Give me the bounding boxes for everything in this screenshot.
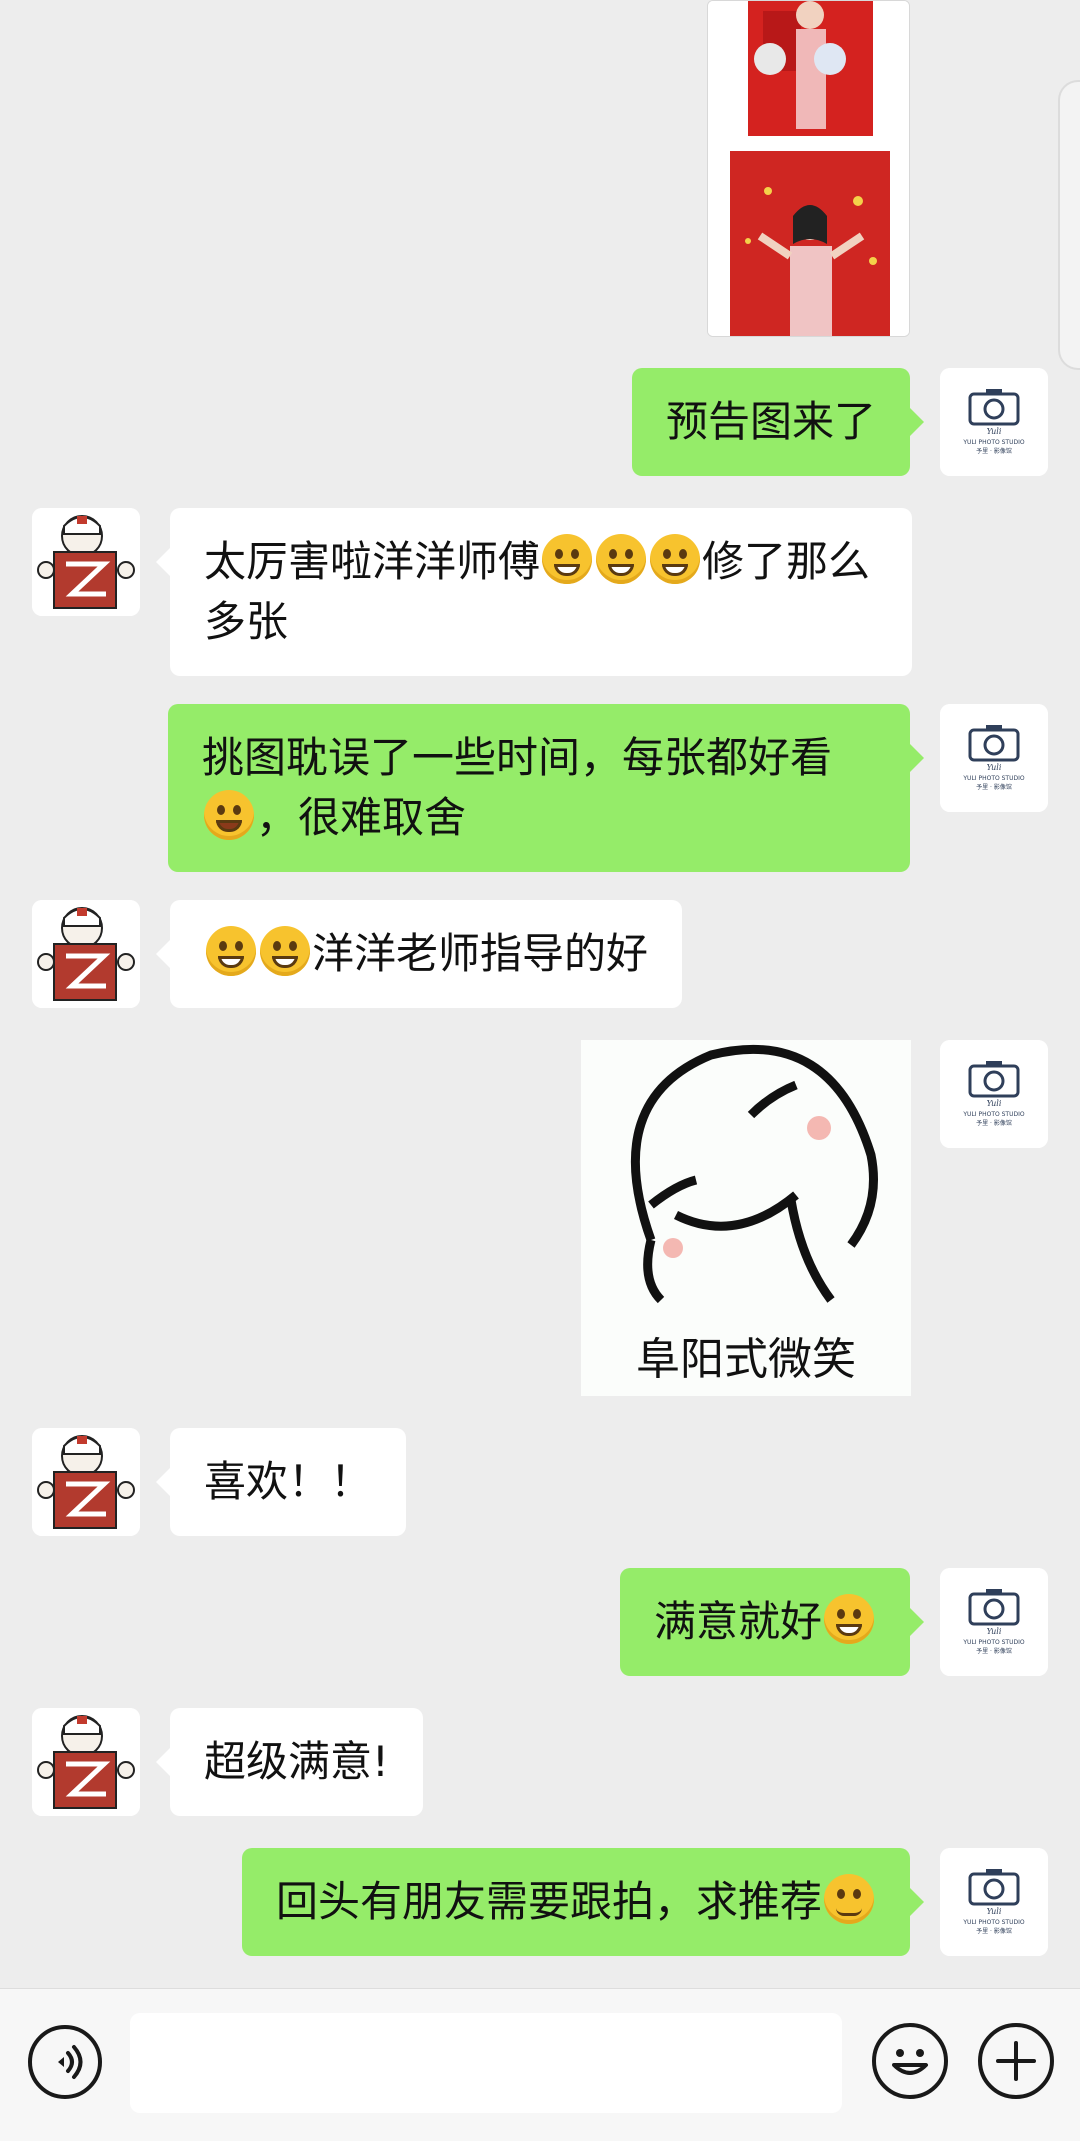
bear-avatar-icon: [32, 900, 140, 1008]
contact-avatar[interactable]: [32, 1708, 140, 1816]
message-text: 回头有朋友需要跟拍，求推荐: [275, 1877, 822, 1926]
message-text: ，很难取舍: [256, 793, 467, 842]
shy-emoji-icon: [824, 1874, 874, 1924]
incoming-text-bubble[interactable]: 喜欢！！: [155, 1428, 407, 1536]
svg-text:Yuli: Yuli: [987, 1627, 1002, 1636]
side-drawer-handle[interactable]: [1058, 80, 1080, 370]
incoming-text-bubble[interactable]: 超级满意!: [156, 1708, 423, 1816]
svg-text:YULI PHOTO STUDIO: YULI PHOTO STUDIO: [962, 775, 1024, 782]
svg-text:Yuli: Yuli: [987, 763, 1002, 772]
svg-text:予里 · 影像馆: 予里 · 影像馆: [976, 1927, 1012, 1935]
contact-avatar[interactable]: [32, 900, 140, 1008]
contact-avatar[interactable]: [32, 1428, 140, 1536]
message-text: 太厉害啦洋洋师傅: [204, 537, 541, 586]
studio-avatar[interactable]: Yuli YULI PHOTO STUDIO 予里 · 影像馆: [940, 1848, 1048, 1956]
voice-icon: [58, 2045, 83, 2079]
camera-logo-icon: Yuli YULI PHOTO STUDIO 予里 · 影像馆: [940, 704, 1048, 812]
studio-avatar[interactable]: Yuli YULI PHOTO STUDIO 予里 · 影像馆: [940, 704, 1048, 812]
svg-text:Yuli: Yuli: [987, 1099, 1002, 1108]
svg-text:予里 · 影像馆: 予里 · 影像馆: [976, 1119, 1012, 1127]
bear-avatar-icon: [32, 1708, 140, 1816]
message-text: 喜欢！！: [204, 1457, 373, 1506]
message-text: 满意就好: [653, 1597, 822, 1646]
camera-logo-icon: Yuli YULI PHOTO STUDIO 予里 · 影像馆: [940, 1848, 1048, 1956]
studio-avatar[interactable]: Yuli YULI PHOTO STUDIO 予里 · 影像馆: [940, 368, 1048, 476]
message-text: 预告图来了: [665, 397, 876, 446]
svg-text:YULI PHOTO STUDIO: YULI PHOTO STUDIO: [962, 1639, 1024, 1646]
bear-avatar-icon: [32, 1428, 140, 1536]
emoji-icon: [892, 2049, 928, 2075]
tears-of-joy-emoji-icon: [204, 790, 254, 840]
camera-logo-icon: Yuli YULI PHOTO STUDIO 予里 · 影像馆: [940, 1568, 1048, 1676]
outgoing-text-bubble[interactable]: 回头有朋友需要跟拍，求推荐: [241, 1848, 925, 1956]
more-options-button[interactable]: [978, 2023, 1054, 2099]
thinking-emoji-icon: [542, 534, 593, 584]
voice-button[interactable]: [28, 2025, 102, 2099]
bear-avatar-icon: [32, 508, 140, 616]
message-text: 挑图耽误了一些时间，每张都好看: [202, 733, 833, 782]
chat-history[interactable]: 预告图来了 Yuli YULI PHOTO STUDIO 予里 · 影像馆 太厉…: [0, 0, 1080, 1988]
svg-text:予里 · 影像馆: 予里 · 影像馆: [976, 447, 1012, 455]
incoming-text-bubble[interactable]: 太厉害啦洋洋师傅 修了那么多张: [156, 508, 912, 676]
message-text: 超级满意!: [204, 1737, 389, 1786]
thinking-emoji-icon: [650, 534, 701, 584]
svg-text:予里 · 影像馆: 予里 · 影像馆: [976, 783, 1012, 791]
svg-text:YULI PHOTO STUDIO: YULI PHOTO STUDIO: [962, 439, 1024, 446]
svg-text:Yuli: Yuli: [987, 1907, 1002, 1916]
plus-icon: [996, 2041, 1036, 2081]
photo-message[interactable]: [707, 0, 910, 337]
emoji-button[interactable]: [872, 2023, 948, 2099]
svg-text:予里 · 影像馆: 予里 · 影像馆: [976, 1647, 1012, 1655]
grin-emoji-icon: [824, 1594, 874, 1644]
svg-text:YULI PHOTO STUDIO: YULI PHOTO STUDIO: [962, 1111, 1024, 1118]
outgoing-text-bubble[interactable]: 预告图来了: [631, 368, 925, 476]
svg-text:Yuli: Yuli: [987, 427, 1002, 436]
grin-emoji-icon: [206, 926, 256, 976]
outgoing-text-bubble[interactable]: 挑图耽误了一些时间，每张都好看 ，很难取舍: [168, 704, 924, 872]
camera-logo-icon: Yuli YULI PHOTO STUDIO 予里 · 影像馆: [940, 368, 1048, 476]
message-input[interactable]: [130, 2013, 842, 2113]
input-bar: [0, 1988, 1080, 2141]
photo-collage: [708, 1, 909, 336]
sticker-message[interactable]: 阜阳式微笑: [581, 1040, 911, 1396]
outgoing-text-bubble[interactable]: 满意就好: [619, 1568, 925, 1676]
camera-logo-icon: Yuli YULI PHOTO STUDIO 予里 · 影像馆: [940, 1040, 1048, 1148]
message-text: 洋洋老师指导的好: [312, 929, 649, 978]
contact-avatar[interactable]: [32, 508, 140, 616]
incoming-text-bubble[interactable]: 洋洋老师指导的好: [155, 900, 683, 1008]
thinking-emoji-icon: [596, 534, 647, 584]
studio-avatar[interactable]: Yuli YULI PHOTO STUDIO 予里 · 影像馆: [940, 1040, 1048, 1148]
svg-text:YULI PHOTO STUDIO: YULI PHOTO STUDIO: [962, 1919, 1024, 1926]
smile-face-sticker-icon: [630, 1044, 878, 1304]
studio-avatar[interactable]: Yuli YULI PHOTO STUDIO 予里 · 影像馆: [940, 1568, 1048, 1676]
grin-emoji-icon: [260, 926, 310, 976]
sticker-caption: 阜阳式微笑: [636, 1334, 856, 1385]
